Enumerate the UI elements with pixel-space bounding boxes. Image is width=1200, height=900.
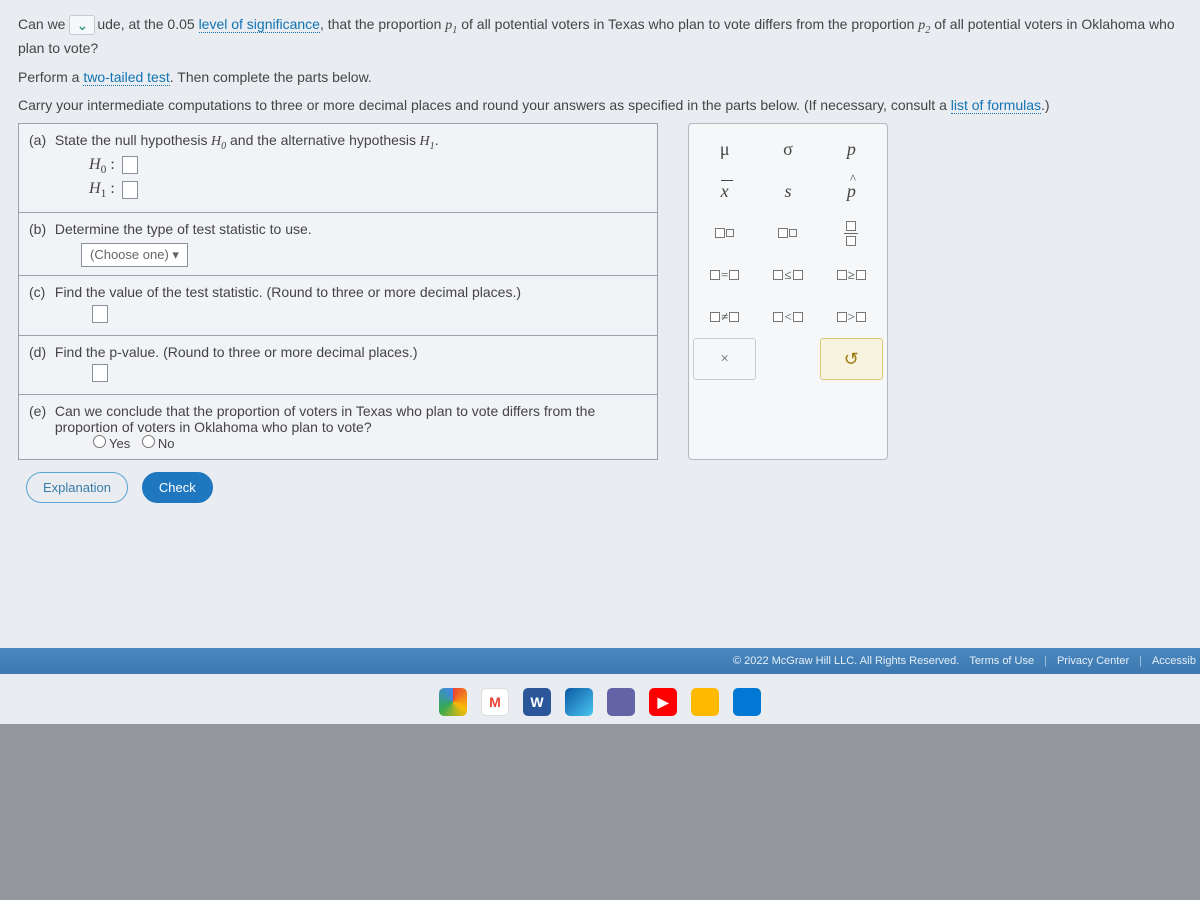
part-e-cell: (e) Can we conclude that the proportion … bbox=[19, 395, 658, 460]
word-icon[interactable]: W bbox=[523, 688, 551, 716]
gt-button[interactable]: > bbox=[820, 296, 883, 338]
a-and: and the bbox=[226, 132, 281, 148]
equals-button[interactable]: = bbox=[693, 254, 756, 296]
privacy-link[interactable]: Privacy Center bbox=[1057, 655, 1129, 667]
c-text: Find the value of the test statistic. (R… bbox=[55, 284, 521, 300]
yes-label: Yes bbox=[109, 436, 130, 451]
fraction-button[interactable] bbox=[820, 212, 883, 254]
accessibility-link[interactable]: Accessib bbox=[1152, 655, 1196, 667]
d-text2: . (Round to three or more decimal places… bbox=[155, 344, 417, 360]
h0-H: H bbox=[89, 156, 101, 173]
mu-button[interactable]: μ bbox=[693, 128, 756, 170]
null-hyp-link[interactable]: null hypothesis bbox=[115, 132, 208, 148]
d-input[interactable] bbox=[92, 364, 108, 382]
s-button[interactable]: s bbox=[756, 170, 819, 212]
h0-input[interactable] bbox=[122, 156, 138, 174]
a-H1: H bbox=[416, 134, 430, 149]
superscript-button[interactable] bbox=[693, 212, 756, 254]
chrome-icon[interactable] bbox=[439, 688, 467, 716]
part-a-cell: (a) State the null hypothesis H0 and the… bbox=[19, 124, 658, 213]
a-dot: . bbox=[435, 132, 439, 148]
chevron-down-icon[interactable]: ⌄ bbox=[69, 15, 95, 35]
button-row: Explanation Check bbox=[18, 472, 1182, 503]
h1-input[interactable] bbox=[122, 181, 138, 199]
a-text1: State the bbox=[55, 132, 115, 148]
p-value-link[interactable]: p-value bbox=[109, 344, 155, 360]
perform-post: . Then complete the parts below. bbox=[170, 69, 372, 85]
ge-button[interactable]: ≥ bbox=[820, 254, 883, 296]
p-button[interactable]: p bbox=[820, 128, 883, 170]
check-button[interactable]: Check bbox=[142, 472, 213, 503]
camera-icon[interactable] bbox=[607, 688, 635, 716]
h1-H: H bbox=[89, 180, 101, 197]
d-text1: Find the bbox=[55, 344, 109, 360]
h1-colon: : bbox=[106, 180, 118, 197]
explanation-button[interactable]: Explanation bbox=[26, 472, 128, 503]
phat-button[interactable]: p bbox=[820, 170, 883, 212]
clear-button[interactable]: × bbox=[693, 338, 756, 380]
perform-pre: Perform a bbox=[18, 69, 83, 85]
h0-colon: : bbox=[106, 156, 118, 173]
significance-link[interactable]: level of significance bbox=[199, 16, 320, 33]
symbol-palette: μ σ p x s p = ≤ ≥ ≠ < > bbox=[688, 123, 888, 460]
intro-pre: Can we bbox=[18, 16, 69, 32]
files-icon[interactable] bbox=[691, 688, 719, 716]
reset-icon: ↺ bbox=[844, 349, 859, 370]
part-c-label: (c) bbox=[29, 284, 51, 300]
part-d-label: (d) bbox=[29, 344, 51, 360]
sigma-button[interactable]: σ bbox=[756, 128, 819, 170]
formulas-link[interactable]: list of formulas bbox=[951, 97, 1041, 114]
subscript-button[interactable] bbox=[756, 212, 819, 254]
part-b-cell: (b) Determine the type of test statistic… bbox=[19, 213, 658, 276]
footer-bar: © 2022 McGraw Hill LLC. All Rights Reser… bbox=[0, 648, 1200, 674]
carry-text: Carry your intermediate computations to … bbox=[18, 97, 951, 113]
le-button[interactable]: ≤ bbox=[756, 254, 819, 296]
copyright-text: © 2022 McGraw Hill LLC. All Rights Reser… bbox=[733, 655, 959, 667]
q-post1: , that the proportion bbox=[320, 16, 445, 32]
b-text2: to use. bbox=[266, 221, 312, 237]
lt-button[interactable]: < bbox=[756, 296, 819, 338]
carry-post: .) bbox=[1041, 97, 1050, 113]
c-input[interactable] bbox=[92, 305, 108, 323]
b-text1: Determine the type of bbox=[55, 221, 193, 237]
part-b-label: (b) bbox=[29, 221, 51, 237]
app-icon[interactable] bbox=[733, 688, 761, 716]
terms-link[interactable]: Terms of Use bbox=[969, 655, 1034, 667]
alt-hyp-link[interactable]: alternative hypothesis bbox=[281, 132, 416, 148]
e-text: Can we conclude that the proportion of v… bbox=[55, 403, 615, 435]
taskbar: M W ▶ bbox=[0, 680, 1200, 724]
reset-button[interactable]: ↺ bbox=[820, 338, 883, 380]
question-table: (a) State the null hypothesis H0 and the… bbox=[18, 123, 658, 460]
part-d-cell: (d) Find the p-value. (Round to three or… bbox=[19, 335, 658, 394]
no-radio[interactable] bbox=[142, 435, 155, 448]
test-statistic-select[interactable]: (Choose one) ▾ bbox=[81, 243, 188, 267]
problem-intro: Can we ⌄ude, at the 0.05 level of signif… bbox=[18, 14, 1182, 115]
close-icon: × bbox=[720, 351, 728, 368]
edge-icon[interactable] bbox=[565, 688, 593, 716]
xbar-button[interactable]: x bbox=[693, 170, 756, 212]
part-a-label: (a) bbox=[29, 132, 51, 148]
ne-button[interactable]: ≠ bbox=[693, 296, 756, 338]
no-label: No bbox=[158, 436, 175, 451]
intro-mid: ude, at the bbox=[97, 16, 167, 32]
a-H0: H bbox=[207, 134, 221, 149]
youtube-icon[interactable]: ▶ bbox=[649, 688, 677, 716]
part-e-label: (e) bbox=[29, 403, 51, 419]
gmail-icon[interactable]: M bbox=[481, 688, 509, 716]
yes-radio[interactable] bbox=[93, 435, 106, 448]
two-tailed-link[interactable]: two-tailed test bbox=[83, 69, 169, 86]
q-post2: of all potential voters in Texas who pla… bbox=[457, 16, 918, 32]
sig-level: 0.05 bbox=[167, 16, 198, 32]
part-c-cell: (c) Find the value of the test statistic… bbox=[19, 276, 658, 335]
desk-surface bbox=[0, 724, 1200, 900]
test-stat-link[interactable]: test statistic bbox=[193, 221, 266, 237]
